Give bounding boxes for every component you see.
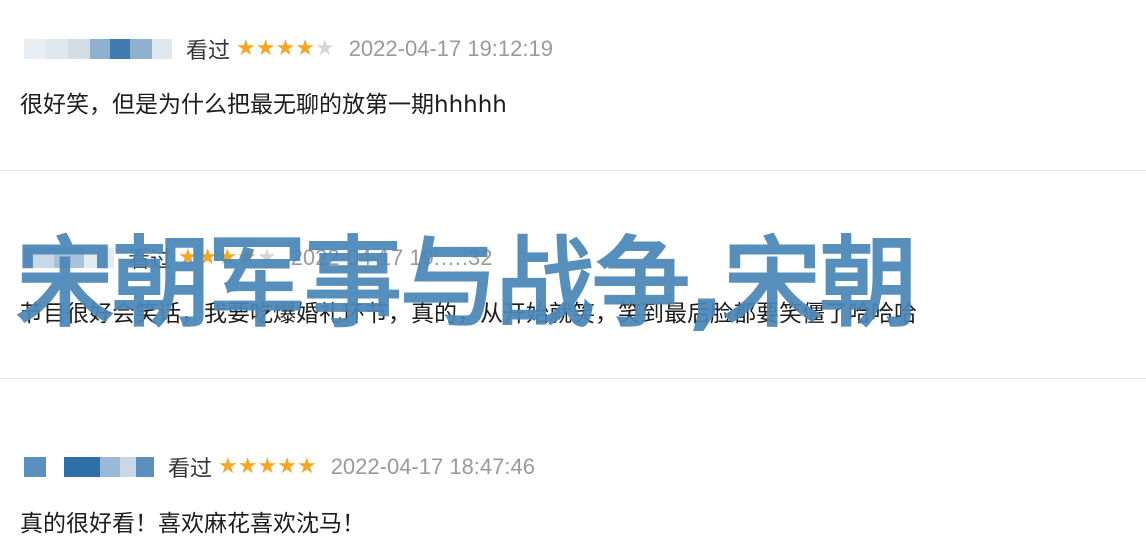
review-time: 2022-04-17 19:12:19	[348, 36, 553, 61]
star-icon: ★	[257, 454, 278, 479]
review-time: 2022-04-17 19:…:32	[290, 245, 493, 270]
review-text: 很好笑，但是为什么把最无聊的放第一期hhhhh	[20, 92, 507, 118]
review-item: 看过 ★ ★ ★ ★ ★ 2022-04-17 19:12:19 很好笑，但是为…	[0, 0, 1146, 170]
review-meta: 看过 ★ ★ ★ ★ ★ 2022-04-17 19:…:32	[24, 243, 493, 273]
star-icon: ★	[218, 454, 238, 479]
rating-stars: ★ ★ ★ ★ ★	[236, 38, 335, 60]
review-item: 看过 ★ ★ ★ ★ ★ 2022-04-17 19:…:32 节目很好会笑话，…	[0, 170, 1146, 378]
star-icon: ★	[236, 36, 256, 61]
star-icon: ★	[314, 36, 335, 61]
star-icon: ★	[255, 36, 276, 61]
star-icon: ★	[275, 36, 296, 61]
star-icon: ★	[277, 454, 297, 479]
star-icon: ★	[197, 245, 218, 270]
review-text: 真的很好看！喜欢麻花喜欢沈马！	[20, 511, 365, 537]
review-meta: 看过 ★ ★ ★ ★ ★ 2022-04-17 18:47:46	[24, 452, 535, 482]
watch-status: 看过	[168, 457, 213, 482]
star-icon: ★	[178, 245, 198, 270]
review-item: 看过 ★ ★ ★ ★ ★ 2022-04-17 18:47:46 真的很好看！喜…	[0, 378, 1146, 556]
review-text: 节目很好会笑话，我要吃爆婚礼环节，真的，从开始就笑，笑到最后脸都要笑僵了哈哈哈	[20, 301, 917, 327]
watch-status: 看过	[186, 39, 231, 64]
star-icon: ★	[256, 245, 277, 270]
review-time: 2022-04-17 18:47:46	[330, 454, 535, 479]
reviewer-name-pixelated[interactable]	[24, 457, 154, 477]
rating-stars: ★ ★ ★ ★ ★	[218, 456, 317, 478]
star-icon: ★	[296, 454, 317, 479]
watch-status: 看过	[128, 248, 173, 273]
star-icon: ★	[217, 245, 238, 270]
reviewer-name-pixelated[interactable]	[24, 39, 172, 59]
rating-stars: ★ ★ ★ ★ ★	[178, 247, 277, 269]
review-meta: 看过 ★ ★ ★ ★ ★ 2022-04-17 19:12:19	[24, 34, 553, 64]
star-icon: ★	[295, 36, 315, 61]
star-icon: ★	[237, 454, 258, 479]
star-icon: ★	[237, 245, 257, 270]
reviewer-name-pixelated[interactable]	[24, 248, 114, 268]
